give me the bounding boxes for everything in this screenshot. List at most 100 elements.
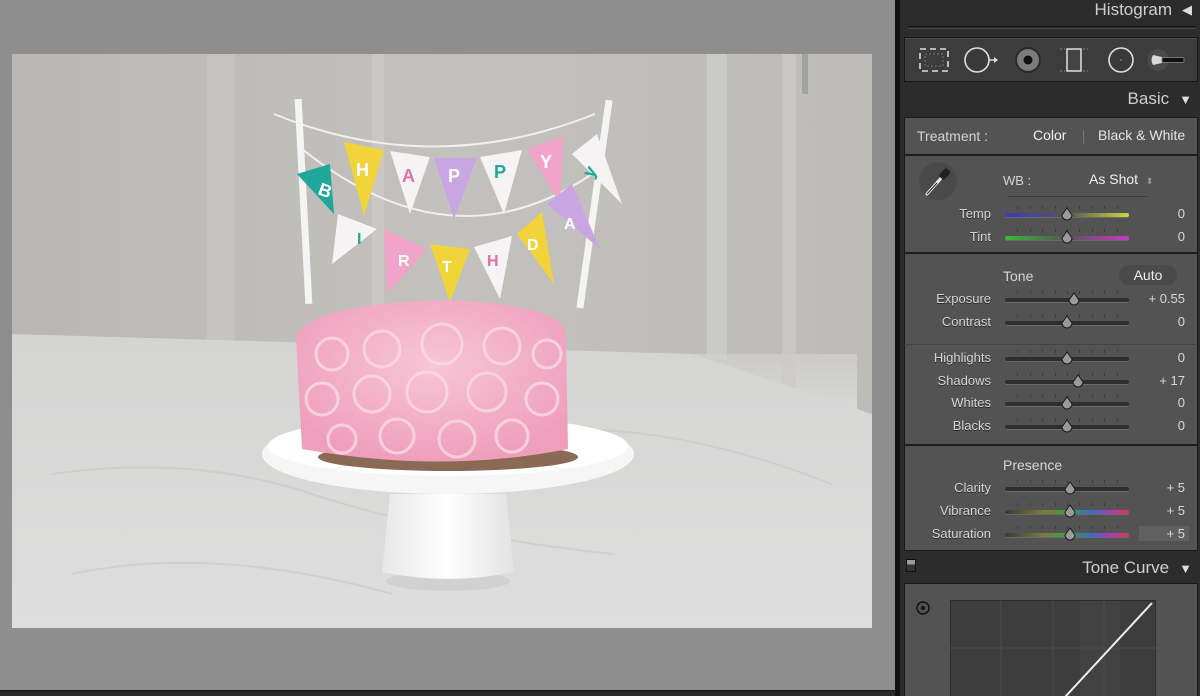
svg-text:I: I [357,231,361,248]
wb-preset-select[interactable]: As Shot ⬍ [1089,171,1153,187]
crop-icon [919,47,950,72]
blacks-slider-thumb[interactable] [1060,419,1074,433]
tone-curve-header[interactable]: Tone Curve ▼ [1082,558,1192,578]
wb-preset-value: As Shot [1089,171,1139,187]
panel-toggle-switch[interactable] [906,559,916,572]
treatment-separator [1083,130,1084,144]
door-frame [707,54,727,394]
saturation-value[interactable]: + 5 [1139,526,1189,541]
white-balance-section: WB : As Shot ⬍ Temp 0 Tint 0 [904,154,1198,252]
tint-slider-row: Tint 0 [905,227,1199,247]
adjustment-brush-tool[interactable] [1147,42,1188,78]
saturation-slider-row: Saturation + 5 [905,524,1199,544]
exposure-label: Exposure [936,291,991,306]
treatment-row: Treatment : Color Black & White [904,117,1198,154]
shadows-value[interactable]: + 17 [1135,373,1185,388]
vibrance-slider-thumb[interactable] [1063,504,1077,518]
graduated-filter-tool[interactable] [1054,42,1094,78]
shadows-slider-row: Shadows + 17 [905,371,1199,391]
temp-value[interactable]: 0 [1135,206,1185,221]
radial-filter-icon [1108,46,1134,73]
temp-label: Temp [959,206,991,221]
tone-curve-title: Tone Curve [1082,558,1170,577]
whites-value[interactable]: 0 [1135,395,1185,410]
clarity-value[interactable]: + 5 [1135,480,1185,495]
highlights-slider-row: Highlights 0 [905,348,1199,368]
photo-preview[interactable]: B H A P P Y y I R T H D A [12,54,872,628]
highlights-value[interactable]: 0 [1135,350,1185,365]
door-frame [207,54,235,344]
shadows-label: Shadows [937,373,991,388]
cake-stand-base [382,494,514,579]
exposure-value[interactable]: + 0.55 [1135,291,1185,306]
tone-detail-section: Highlights 0 Shadows + 17 Whites 0 Blacks 0 [904,344,1198,444]
vibrance-value[interactable]: + 5 [1135,503,1185,518]
tint-value[interactable]: 0 [1135,229,1185,244]
basic-header[interactable]: Basic ▼ [1128,89,1192,109]
triangle-down-icon[interactable]: ▼ [1179,92,1192,107]
wb-selector-button[interactable] [919,162,957,200]
brush-icon [1147,48,1185,71]
whites-slider-row: Whites 0 [905,393,1199,413]
tint-slider-thumb[interactable] [1060,230,1074,244]
wb-label: WB : [1003,173,1032,188]
treatment-color-option[interactable]: Color [1033,127,1066,143]
highlights-label: Highlights [933,350,991,365]
radial-filter-tool[interactable] [1101,42,1141,78]
basic-title: Basic [1127,89,1170,108]
presence-label: Presence [1003,457,1063,473]
temp-slider-row: Temp 0 [905,204,1199,224]
clarity-slider-thumb[interactable] [1063,481,1077,495]
tone-label: Tone [1003,268,1034,284]
svg-text:P: P [448,166,460,186]
tone-curve-section [904,583,1198,696]
door-hinge [802,54,808,94]
tone-curve-graph[interactable] [950,600,1156,696]
svg-text:H: H [356,160,369,180]
door-frame [782,54,796,414]
highlights-slider-thumb[interactable] [1060,351,1074,365]
saturation-label: Saturation [931,526,991,541]
temp-slider-thumb[interactable] [1060,207,1074,221]
svg-text:D: D [527,237,539,254]
clarity-slider-row: Clarity + 5 [905,478,1199,498]
svg-text:H: H [487,253,499,270]
vibrance-label: Vibrance [939,503,991,518]
graduated-filter-icon [1060,47,1089,72]
svg-text:A: A [402,166,415,186]
svg-text:T: T [442,259,452,276]
vibrance-slider-row: Vibrance + 5 [905,501,1199,521]
crop-overlay-tool[interactable] [914,42,954,78]
presence-section: Presence Clarity + 5 Vibrance + 5 Saturati… [904,444,1198,551]
exposure-slider-row: Exposure + 0.55 [905,289,1199,309]
tone-section: Tone Auto Exposure + 0.55 Contrast 0 [904,252,1198,344]
treatment-bw-option[interactable]: Black & White [1098,127,1185,143]
triangle-left-icon[interactable]: ◀ [1182,2,1192,18]
tint-label: Tint [969,229,991,244]
auto-tone-button[interactable]: Auto [1119,265,1177,285]
spot-removal-tool[interactable] [961,42,1001,78]
saturation-slider-thumb[interactable] [1063,527,1077,541]
whites-slider-thumb[interactable] [1060,396,1074,410]
develop-right-panel: Histogram ◀ Basic ▼ Treatment: Color Bl… [900,0,1200,696]
cake-photo: B H A P P Y y I R T H D A [12,54,872,628]
contrast-slider-thumb[interactable] [1060,315,1074,329]
wb-divider [1007,196,1147,197]
spot-removal-icon [964,46,998,73]
shadows-slider-thumb[interactable] [1071,374,1085,388]
triangle-down-icon[interactable]: ▼ [1179,561,1192,576]
contrast-value[interactable]: 0 [1135,314,1185,329]
histogram-header[interactable]: Histogram ◀ [1095,0,1192,20]
targeted-adjustment-icon[interactable] [915,600,931,616]
contrast-label: Contrast [941,314,991,329]
tool-strip [904,37,1198,82]
shadows-slider-track[interactable] [1005,380,1129,384]
blacks-value[interactable]: 0 [1135,418,1185,433]
red-eye-tool[interactable] [1008,42,1048,78]
image-canvas[interactable]: B H A P P Y y I R T H D A [0,0,895,690]
blacks-slider-row: Blacks 0 [905,416,1199,436]
door-frame [372,54,384,314]
whites-label: Whites [951,395,991,410]
exposure-slider-thumb[interactable] [1067,292,1081,306]
svg-text:R: R [398,253,410,270]
